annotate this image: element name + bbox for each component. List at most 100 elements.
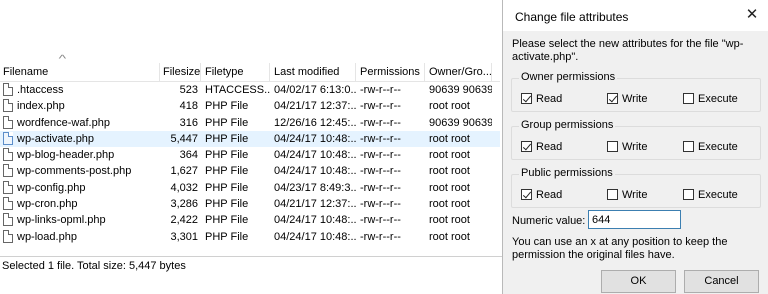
hint-text: You can use an x at any position to keep… xyxy=(512,236,728,261)
filename-cell: index.php xyxy=(17,100,65,113)
filetype-cell: HTACCESS... xyxy=(205,84,270,96)
filename-cell: .htaccess xyxy=(17,84,64,96)
filename-cell: wp-load.php xyxy=(17,230,77,243)
filetype-cell: PHP File xyxy=(205,181,249,194)
filename-cell: wp-activate.php xyxy=(17,132,95,145)
filetype-cell: PHP File xyxy=(205,230,249,243)
owner-group-cell: 90639 90639 xyxy=(429,84,492,96)
last-modified-cell: 04/02/17 6:13:0... xyxy=(274,84,356,96)
public-permissions-group: Public permissions Read Write Execute xyxy=(511,167,761,208)
table-row[interactable]: wp-cron.php 3,286 PHP File 04/21/17 12:37:.… xyxy=(0,196,500,212)
filesize-cell: 4,032 xyxy=(170,181,198,194)
filesize-cell: 364 xyxy=(179,149,198,162)
filetype-cell: PHP File xyxy=(205,165,249,178)
table-row[interactable]: wp-config.php 4,032 PHP File 04/23/17 8:49:… xyxy=(0,180,500,196)
checkbox-icon[interactable] xyxy=(521,140,532,152)
owner-group-cell: root root xyxy=(429,100,470,113)
filetype-cell: PHP File xyxy=(205,198,249,211)
permissions-cell: -rw-r--r-- xyxy=(360,84,401,96)
permissions-cell: -rw-r--r-- xyxy=(360,149,401,162)
filesize-cell: 523 xyxy=(179,84,198,96)
filesize-cell: 3,301 xyxy=(170,230,198,243)
group-label: Owner permissions xyxy=(519,71,618,83)
column-header-filesize[interactable]: Filesize xyxy=(160,63,201,81)
filetype-cell: PHP File xyxy=(205,149,249,162)
cancel-button[interactable]: Cancel xyxy=(684,270,759,293)
last-modified-cell: 04/24/17 10:48:... xyxy=(274,165,356,178)
filesize-cell: 2,422 xyxy=(170,214,198,227)
dialog-description: Please select the new attributes for the… xyxy=(512,38,744,63)
owner-group-cell: root root xyxy=(429,198,470,211)
file-list-pane: ^ Filename Filesize Filetype Last modifi… xyxy=(0,0,502,294)
column-header-last-modified[interactable]: Last modified xyxy=(271,63,356,81)
filename-cell: wp-cron.php xyxy=(17,198,78,211)
owner-execute-checkbox[interactable]: Execute xyxy=(683,92,738,106)
checkbox-icon[interactable] xyxy=(521,92,532,104)
group-label: Public permissions xyxy=(519,167,615,179)
checkbox-icon[interactable] xyxy=(683,140,694,152)
filesize-cell: 3,286 xyxy=(170,198,198,211)
table-row[interactable]: wp-activate.php 5,447 PHP File 04/24/17 10:… xyxy=(0,130,500,148)
permissions-cell: -rw-r--r-- xyxy=(360,198,401,211)
group-read-checkbox[interactable]: Read xyxy=(521,140,562,154)
last-modified-cell: 04/24/17 10:48:... xyxy=(274,214,356,227)
column-header-filetype[interactable]: Filetype xyxy=(202,63,270,81)
filesize-cell: 5,447 xyxy=(170,132,198,145)
owner-read-checkbox[interactable]: Read xyxy=(521,92,562,106)
last-modified-cell: 04/21/17 12:37:... xyxy=(274,198,356,211)
owner-group-cell: root root xyxy=(429,181,470,194)
ok-button[interactable]: OK xyxy=(601,270,676,293)
permissions-cell: -rw-r--r-- xyxy=(360,165,401,178)
owner-group-cell: root root xyxy=(429,214,470,227)
filetype-cell: PHP File xyxy=(205,116,249,129)
change-file-attributes-dialog: Change file attributes ✕ Please select t… xyxy=(502,0,768,294)
filetype-cell: PHP File xyxy=(205,214,249,227)
table-row[interactable]: wp-links-opml.php 2,422 PHP File 04/24/17 1… xyxy=(0,212,500,228)
filesize-cell: 316 xyxy=(179,116,198,129)
public-write-checkbox[interactable]: Write xyxy=(607,188,647,202)
public-execute-checkbox[interactable]: Execute xyxy=(683,188,738,202)
column-header-filename[interactable]: Filename xyxy=(0,63,160,81)
public-read-checkbox[interactable]: Read xyxy=(521,188,562,202)
checkbox-icon[interactable] xyxy=(683,92,694,104)
group-write-checkbox[interactable]: Write xyxy=(607,140,647,154)
filename-cell: wp-blog-header.php xyxy=(17,149,115,162)
last-modified-cell: 04/24/17 10:48:... xyxy=(274,149,356,162)
table-row[interactable]: .htaccess 523 HTACCESS... 04/02/17 6:13:0..… xyxy=(0,82,500,98)
table-row[interactable]: wordfence-waf.php 316 PHP File 12/26/16 12:… xyxy=(0,115,500,131)
checkbox-icon[interactable] xyxy=(521,188,532,200)
owner-group-cell: root root xyxy=(429,165,470,178)
numeric-value-input[interactable] xyxy=(588,210,681,229)
file-rows: .htaccess 523 HTACCESS... 04/02/17 6:13:0..… xyxy=(0,82,500,256)
last-modified-cell: 12/26/16 12:45:... xyxy=(274,116,356,129)
file-list-header: Filename Filesize Filetype Last modified… xyxy=(0,63,500,82)
filesize-cell: 1,627 xyxy=(170,165,198,178)
group-permissions-group: Group permissions Read Write Execute xyxy=(511,119,761,160)
filesize-cell: 418 xyxy=(179,100,198,113)
owner-group-cell: root root xyxy=(429,132,470,145)
last-modified-cell: 04/21/17 12:37:... xyxy=(274,100,356,113)
group-execute-checkbox[interactable]: Execute xyxy=(683,140,738,154)
owner-write-checkbox[interactable]: Write xyxy=(607,92,647,106)
column-header-permissions[interactable]: Permissions xyxy=(357,63,425,81)
last-modified-cell: 04/24/17 10:48:... xyxy=(274,230,356,243)
checkbox-icon[interactable] xyxy=(607,188,618,200)
table-row[interactable]: index.php 418 PHP File 04/21/17 12:37:... -r… xyxy=(0,98,500,114)
permissions-cell: -rw-r--r-- xyxy=(360,230,401,243)
checkbox-icon[interactable] xyxy=(683,188,694,200)
group-label: Group permissions xyxy=(519,119,616,131)
close-icon[interactable]: ✕ xyxy=(743,6,761,24)
permissions-cell: -rw-r--r-- xyxy=(360,132,401,145)
table-row[interactable]: wp-comments-post.php 1,627 PHP File 04/24/1… xyxy=(0,163,500,179)
filename-cell: wp-links-opml.php xyxy=(17,214,106,227)
table-row[interactable]: wp-blog-header.php 364 PHP File 04/24/17 10… xyxy=(0,147,500,163)
owner-group-cell: root root xyxy=(429,230,470,243)
checkbox-icon[interactable] xyxy=(607,92,618,104)
filetype-cell: PHP File xyxy=(205,100,249,113)
last-modified-cell: 04/24/17 10:48:... xyxy=(274,132,356,145)
column-header-owner-group[interactable]: Owner/Gro... xyxy=(426,63,492,81)
owner-group-cell: root root xyxy=(429,149,470,162)
table-row[interactable]: wp-load.php 3,301 PHP File 04/24/17 10:48:.… xyxy=(0,229,500,245)
checkbox-icon[interactable] xyxy=(607,140,618,152)
dialog-title: Change file attributes xyxy=(515,10,629,24)
